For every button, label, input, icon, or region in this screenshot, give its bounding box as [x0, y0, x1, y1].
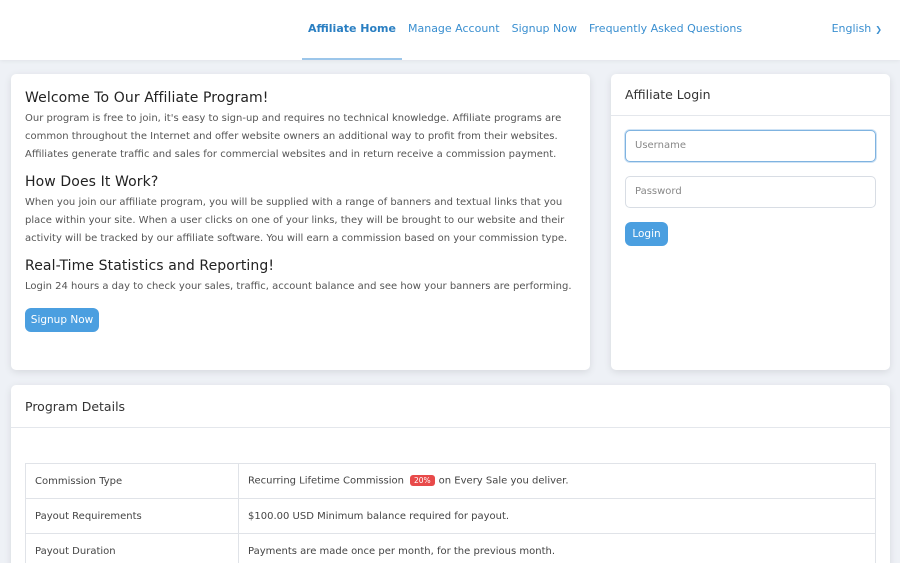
program-details-title: Program Details	[11, 385, 890, 428]
how-it-works-heading: How Does It Work?	[25, 174, 159, 190]
login-title: Affiliate Login	[611, 74, 890, 116]
how-it-works-text: When you join our affiliate program, you…	[25, 197, 568, 244]
nav-signup-now[interactable]: Signup Now	[506, 0, 583, 60]
commission-type-value: Recurring Lifetime Commission 20% on Every…	[238, 463, 876, 499]
nav-links: Affiliate Home Manage Account Signup Now…	[302, 0, 748, 60]
nav-affiliate-home[interactable]: Affiliate Home	[302, 0, 402, 60]
language-label: English	[831, 22, 872, 35]
commission-rate-badge: 20%	[410, 475, 435, 487]
payout-duration-value: Payments are made once per month, for th…	[238, 533, 876, 563]
commission-type-text: Recurring Lifetime Commission	[248, 475, 404, 487]
table-row: Commission Type Recurring Lifetime Commi…	[25, 463, 876, 499]
statistics-heading: Real-Time Statistics and Reporting!	[25, 258, 275, 274]
table-row: Payout Duration Payments are made once p…	[25, 533, 876, 563]
language-selector[interactable]: English ❯	[832, 22, 882, 35]
nav-faq[interactable]: Frequently Asked Questions	[583, 0, 748, 60]
commission-type-suffix: on Every Sale you deliver.	[438, 475, 569, 487]
nav-manage-account[interactable]: Manage Account	[402, 0, 506, 60]
payout-requirements-label: Payout Requirements	[25, 498, 239, 534]
chevron-down-icon: ❯	[875, 25, 882, 34]
table-row: Payout Requirements $100.00 USD Minimum …	[25, 498, 876, 534]
program-details-card: Program Details Commission Type Recurrin…	[11, 385, 890, 563]
welcome-heading: Welcome To Our Affiliate Program!	[25, 90, 269, 106]
signup-now-button[interactable]: Signup Now	[25, 308, 99, 332]
username-input[interactable]: Username	[625, 130, 876, 162]
welcome-card: Welcome To Our Affiliate Program! Our pr…	[11, 74, 590, 370]
top-navbar: Affiliate Home Manage Account Signup Now…	[0, 0, 900, 60]
login-card: Affiliate Login Username Password Login	[611, 74, 890, 370]
payout-duration-label: Payout Duration	[25, 533, 239, 563]
password-input[interactable]: Password	[625, 176, 876, 208]
login-button[interactable]: Login	[625, 222, 668, 246]
payout-requirements-value: $100.00 USD Minimum balance required for…	[238, 498, 876, 534]
statistics-text: Login 24 hours a day to check your sales…	[25, 281, 572, 292]
program-details-table: Commission Type Recurring Lifetime Commi…	[25, 463, 876, 563]
commission-type-label: Commission Type	[25, 463, 239, 499]
welcome-text: Our program is free to join, it's easy t…	[25, 113, 562, 160]
